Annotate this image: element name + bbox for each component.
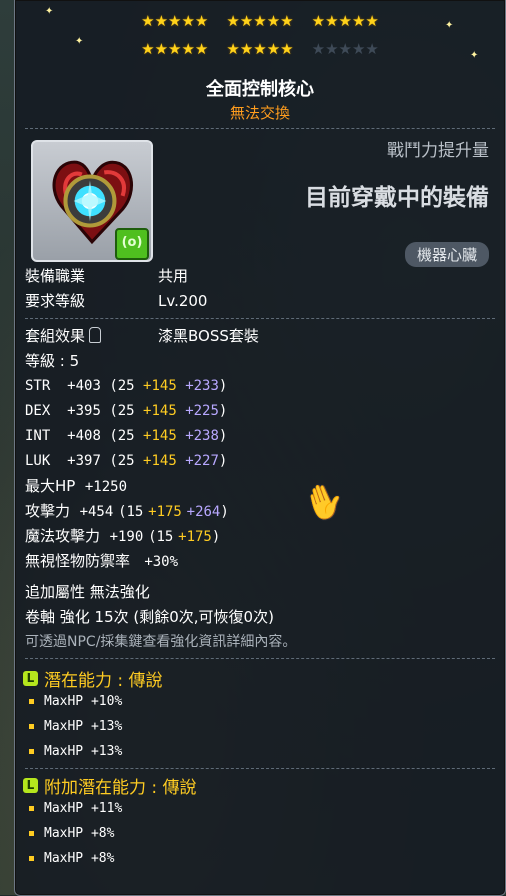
divider — [25, 658, 495, 660]
extra-attribute: 追加屬性 無法強化 — [25, 583, 150, 601]
bonus-potential-line: MaxHP +11% — [29, 801, 122, 816]
potential-line: MaxHP +10% — [29, 694, 122, 709]
sparkle-icon: ✦ — [75, 36, 84, 47]
job-value: 共用 — [158, 267, 189, 285]
star-force-row-2: ★★★★★ ★★★★★ ★★★★★ — [15, 40, 505, 58]
star-group-icon: ★★★★★ — [226, 12, 294, 30]
sparkle-icon: ✦ — [45, 6, 54, 17]
stat-row-attack: 攻擊力 +454 (15 +175 +264) — [25, 502, 229, 520]
sparkle-icon: ✦ — [470, 50, 479, 61]
sparkle-icon: ✦ — [445, 20, 454, 31]
star-group-icon: ★★★★★ — [311, 12, 379, 30]
legendary-grade-icon: L — [23, 778, 38, 793]
set-label: 套組效果 — [25, 327, 86, 345]
legendary-grade-icon: L — [23, 671, 38, 686]
job-label: 裝備職業 — [25, 267, 86, 285]
stat-row-magic: 魔法攻擊力 +190 (15 +175) — [25, 527, 221, 545]
star-group-icon: ★★★★★ — [141, 40, 209, 58]
trade-restriction: 無法交換 — [229, 104, 290, 122]
bullet-icon — [29, 831, 34, 836]
combat-power-label: 戰鬥力提升量 — [387, 141, 489, 161]
bullet-icon — [29, 856, 34, 861]
stat-row-luk: LUK +397 (25 +145 +227) — [25, 453, 228, 469]
stat-row-maxhp: 最大HP +1250 — [25, 477, 128, 495]
divider — [25, 128, 495, 130]
cursor-glove-icon: ✋ — [297, 475, 351, 529]
item-category-badge: 機器心臟 — [404, 242, 489, 267]
level-label: 要求等級 — [25, 292, 86, 310]
item-tooltip: ★★★★★ ★★★★★ ★★★★★ ★★★★★ ★★★★★ ★★★★★ ✦ ✦ … — [14, 0, 506, 896]
stat-row-dex: DEX +395 (25 +145 +225) — [25, 403, 228, 419]
upgrade-hint: 可透過NPC/採集鍵查看強化資訊詳細內容。 — [25, 634, 297, 650]
star-force-row-1: ★★★★★ ★★★★★ ★★★★★ — [15, 12, 505, 30]
equipped-status: 目前穿戴中的裝備 — [305, 185, 489, 211]
divider — [25, 768, 495, 770]
set-value: 漆黑BOSS套裝 — [158, 327, 259, 345]
level-value: Lv.200 — [158, 292, 208, 310]
star-group-icon: ★★★★★ — [141, 12, 209, 30]
lock-icon: (o) — [115, 228, 149, 260]
mouse-icon — [89, 327, 102, 343]
stat-row-str: STR +403 (25 +145 +233) — [25, 378, 228, 394]
bonus-potential-line: MaxHP +8% — [29, 826, 114, 841]
item-icon-frame: (o) — [31, 140, 153, 262]
bullet-icon — [29, 806, 34, 811]
potential-title: 潛在能力 : 傳說 — [44, 671, 163, 691]
bonus-potential-header: L 附加潛在能力 : 傳說 — [23, 773, 197, 798]
bullet-icon — [29, 749, 34, 754]
item-name: 全面控制核心 — [206, 79, 314, 100]
grade-row: 等級 : 5 — [25, 352, 80, 370]
job-row: 裝備職業 共用 — [25, 266, 188, 286]
potential-header: L 潛在能力 : 傳說 — [23, 666, 163, 691]
bonus-potential-line: MaxHP +8% — [29, 851, 114, 866]
level-row: 要求等級 Lv.200 — [25, 291, 207, 311]
set-row: 套組效果 漆黑BOSS套裝 — [25, 326, 259, 346]
divider — [25, 318, 495, 320]
potential-line: MaxHP +13% — [29, 719, 122, 734]
potential-line: MaxHP +13% — [29, 744, 122, 759]
bullet-icon — [29, 724, 34, 729]
bonus-potential-title: 附加潛在能力 : 傳說 — [44, 778, 197, 798]
stat-row-int: INT +408 (25 +145 +238) — [25, 428, 228, 444]
star-empty-group-icon: ★★★★★ — [311, 40, 379, 58]
scroll-upgrade: 卷軸 強化 15次 (剩餘0次,可恢復0次) — [25, 608, 274, 626]
star-group-icon: ★★★★★ — [226, 40, 294, 58]
stat-row-ignore-def: 無視怪物防禦率 +30% — [25, 552, 179, 570]
bullet-icon — [29, 699, 34, 704]
